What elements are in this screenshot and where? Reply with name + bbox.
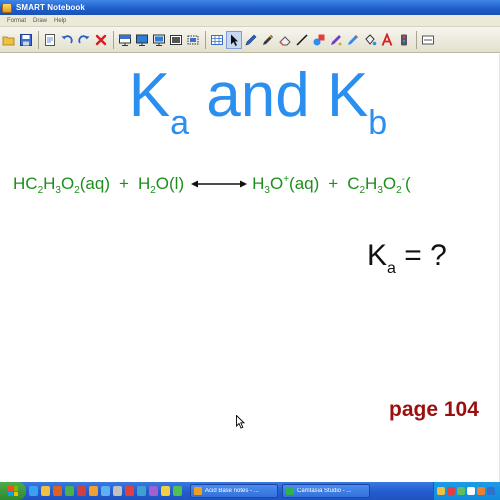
- menu-bar: Format Draw Help: [0, 15, 500, 27]
- task-label: Camtasia Studio - ...: [297, 488, 352, 494]
- undo-icon[interactable]: [59, 31, 75, 49]
- toolbar-separator: [38, 30, 39, 49]
- app-icon[interactable]: [101, 486, 110, 496]
- eraser-icon[interactable]: [277, 31, 293, 49]
- ie-icon[interactable]: [29, 486, 38, 496]
- plus-sign: +: [119, 174, 129, 193]
- title-sub-b: b: [368, 104, 388, 142]
- menu-draw[interactable]: Draw: [33, 18, 47, 24]
- tray-icon-1[interactable]: [437, 487, 445, 495]
- task-button-camtasia[interactable]: Camtasia Studio - ...: [282, 484, 370, 498]
- app-icon[interactable]: [89, 486, 98, 496]
- magic-pen-icon[interactable]: [328, 31, 344, 49]
- main-toolbar: [0, 27, 500, 53]
- mouse-cursor-icon: [236, 415, 245, 429]
- app-icon[interactable]: [113, 486, 122, 496]
- ka-expression: Ka = ?: [367, 239, 447, 277]
- smart-notebook-icon: [194, 487, 202, 495]
- menu-help[interactable]: Help: [54, 18, 66, 24]
- product-hydronium: H3O+(aq): [252, 174, 320, 196]
- windows-taskbar: Acid Base notes - ... Camtasia Studio - …: [0, 482, 500, 500]
- properties-icon[interactable]: [396, 31, 412, 49]
- tray-icon-3[interactable]: [457, 487, 465, 495]
- product-acetate: C2H3O2-(: [347, 174, 411, 196]
- notebook-page-canvas[interactable]: Ka and Kb HC2H3O2(aq) + H2O(l) H3O+(aq) …: [0, 54, 500, 482]
- open-folder-icon[interactable]: [1, 31, 17, 49]
- tray-icon-2[interactable]: [447, 487, 455, 495]
- folder-icon[interactable]: [41, 486, 50, 496]
- creative-pen-icon[interactable]: [260, 31, 276, 49]
- smart-notebook-app-icon: [2, 2, 12, 13]
- toolbar-separator: [113, 30, 114, 49]
- tray-icon-4[interactable]: [467, 487, 475, 495]
- screen-shade-icon[interactable]: [117, 31, 133, 49]
- chemical-equation: HC2H3O2(aq) + H2O(l) H3O+(aq) + C2H3O2-(: [13, 174, 411, 196]
- app-icon[interactable]: [173, 486, 182, 496]
- app-icon[interactable]: [149, 486, 158, 496]
- shape-recognition-pen-icon[interactable]: [345, 31, 361, 49]
- title-and-k: and K: [189, 61, 369, 130]
- capture-icon[interactable]: [185, 31, 201, 49]
- insert-picture-icon[interactable]: [168, 31, 184, 49]
- window-title: SMART Notebook: [16, 3, 85, 12]
- toolbar-separator: [416, 30, 417, 49]
- windows-logo-icon: [8, 486, 18, 496]
- app-icon[interactable]: [161, 486, 170, 496]
- media-icon[interactable]: [53, 486, 62, 496]
- title-k-a: K: [128, 61, 171, 130]
- reactant-acetic-acid: HC2H3O2(aq): [13, 174, 110, 196]
- save-icon[interactable]: [18, 31, 34, 49]
- plus-sign: +: [328, 174, 339, 193]
- toolbar-separator: [205, 30, 206, 49]
- equilibrium-arrow-icon: [191, 180, 248, 188]
- app-icon[interactable]: [125, 486, 134, 496]
- line-icon[interactable]: [294, 31, 310, 49]
- reactant-water: H2O(l): [137, 174, 185, 196]
- mail-icon[interactable]: [65, 486, 74, 496]
- window-title-bar: SMART Notebook: [0, 0, 500, 15]
- page-icon[interactable]: [42, 31, 58, 49]
- task-button-acid-base-notes[interactable]: Acid Base notes - ...: [190, 484, 278, 498]
- tray-icon-5[interactable]: [477, 487, 485, 495]
- table-icon[interactable]: [209, 31, 225, 49]
- text-icon[interactable]: [379, 31, 395, 49]
- title-sub-a: a: [170, 104, 190, 142]
- app-icon[interactable]: [137, 486, 146, 496]
- system-tray: [433, 482, 500, 500]
- menu-format[interactable]: Format: [7, 18, 26, 24]
- page-reference: page 104: [389, 398, 479, 421]
- shape-icon[interactable]: [311, 31, 327, 49]
- redo-icon[interactable]: [76, 31, 92, 49]
- camtasia-icon: [286, 487, 294, 495]
- document-camera-icon[interactable]: [151, 31, 167, 49]
- tray-icon-6[interactable]: [487, 487, 495, 495]
- move-toolbar-icon[interactable]: [420, 31, 436, 49]
- fill-icon[interactable]: [362, 31, 378, 49]
- task-label: Acid Base notes - ...: [205, 488, 259, 494]
- display-icon[interactable]: [134, 31, 150, 49]
- select-pointer-icon[interactable]: [226, 30, 242, 49]
- pen-icon[interactable]: [243, 31, 259, 49]
- app-icon[interactable]: [77, 486, 86, 496]
- delete-icon[interactable]: [93, 31, 109, 49]
- slide-title: Ka and Kb: [0, 60, 500, 140]
- start-button[interactable]: [0, 482, 26, 500]
